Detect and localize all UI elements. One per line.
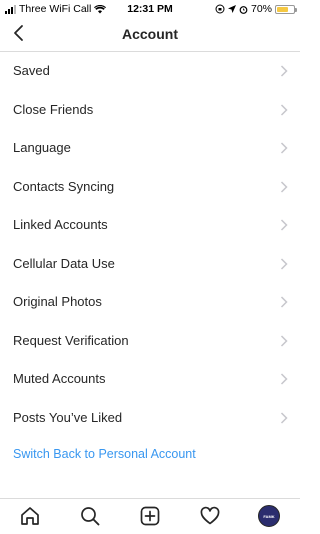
chevron-right-icon [280, 334, 288, 347]
menu-item-label: Posts You’ve Liked [13, 409, 123, 425]
nav-header: Account [0, 17, 300, 52]
add-post-icon[interactable] [139, 505, 161, 527]
chevron-right-icon [280, 142, 288, 154]
activity-heart-icon[interactable] [199, 505, 221, 527]
chevron-right-icon [280, 103, 288, 116]
chevron-right-icon [280, 65, 288, 77]
menu-item-label: Linked Accounts [13, 217, 108, 232]
menu-item-label: Saved [13, 63, 50, 78]
menu-item-label: Muted Accounts [13, 371, 106, 386]
menu-item-close-friends[interactable]: Close Friends [0, 91, 300, 130]
menu-item-label: Close Friends [13, 101, 94, 117]
chevron-right-icon [280, 373, 288, 385]
menu-item-cellular-data-use[interactable]: Cellular Data Use [0, 245, 300, 284]
status-bar: Three WiFi Call 12:31 PM 70% [0, 0, 300, 17]
profile-avatar[interactable]: FAMK [258, 505, 280, 527]
menu-item-linked-accounts[interactable]: Linked Accounts [0, 206, 300, 245]
menu-item-saved[interactable]: Saved [0, 52, 300, 91]
menu-item-muted-accounts[interactable]: Muted Accounts [0, 360, 300, 399]
home-icon[interactable] [19, 505, 41, 527]
menu-item-posts-liked[interactable]: Posts You’ve Liked [0, 399, 300, 438]
chevron-right-icon [280, 296, 288, 308]
avatar-logo: FAMK [263, 513, 275, 519]
bottom-tab-bar: FAMK [0, 498, 300, 534]
menu-item-language[interactable]: Language [0, 129, 300, 168]
chevron-right-icon [280, 411, 288, 424]
menu-item-label: Contacts Syncing [13, 178, 115, 194]
battery-fill [277, 6, 289, 12]
menu-item-original-photos[interactable]: Original Photos [0, 283, 300, 322]
switch-to-personal-account-link[interactable]: Switch Back to Personal Account [13, 447, 196, 461]
location-icon [227, 4, 236, 13]
menu-item-request-verification[interactable]: Request Verification [0, 322, 300, 361]
chevron-right-icon [280, 257, 288, 270]
menu-item-label: Original Photos [13, 294, 102, 309]
chevron-right-icon [280, 219, 288, 231]
battery-icon [275, 4, 297, 14]
menu-item-label: Cellular Data Use [13, 255, 115, 271]
battery-percent: 70% [250, 3, 272, 15]
orientation-lock-icon [215, 4, 225, 14]
alarm-icon [239, 5, 248, 14]
chevron-right-icon [280, 180, 288, 193]
menu-item-label: Language [13, 140, 71, 155]
page-title: Account [122, 26, 178, 42]
menu-item-contacts-syncing[interactable]: Contacts Syncing [0, 168, 300, 207]
menu-item-label: Request Verification [13, 332, 129, 348]
status-right: 70% [215, 3, 297, 15]
search-icon[interactable] [79, 505, 101, 527]
account-menu-list: Saved Close Friends Language Contacts Sy… [0, 52, 300, 437]
